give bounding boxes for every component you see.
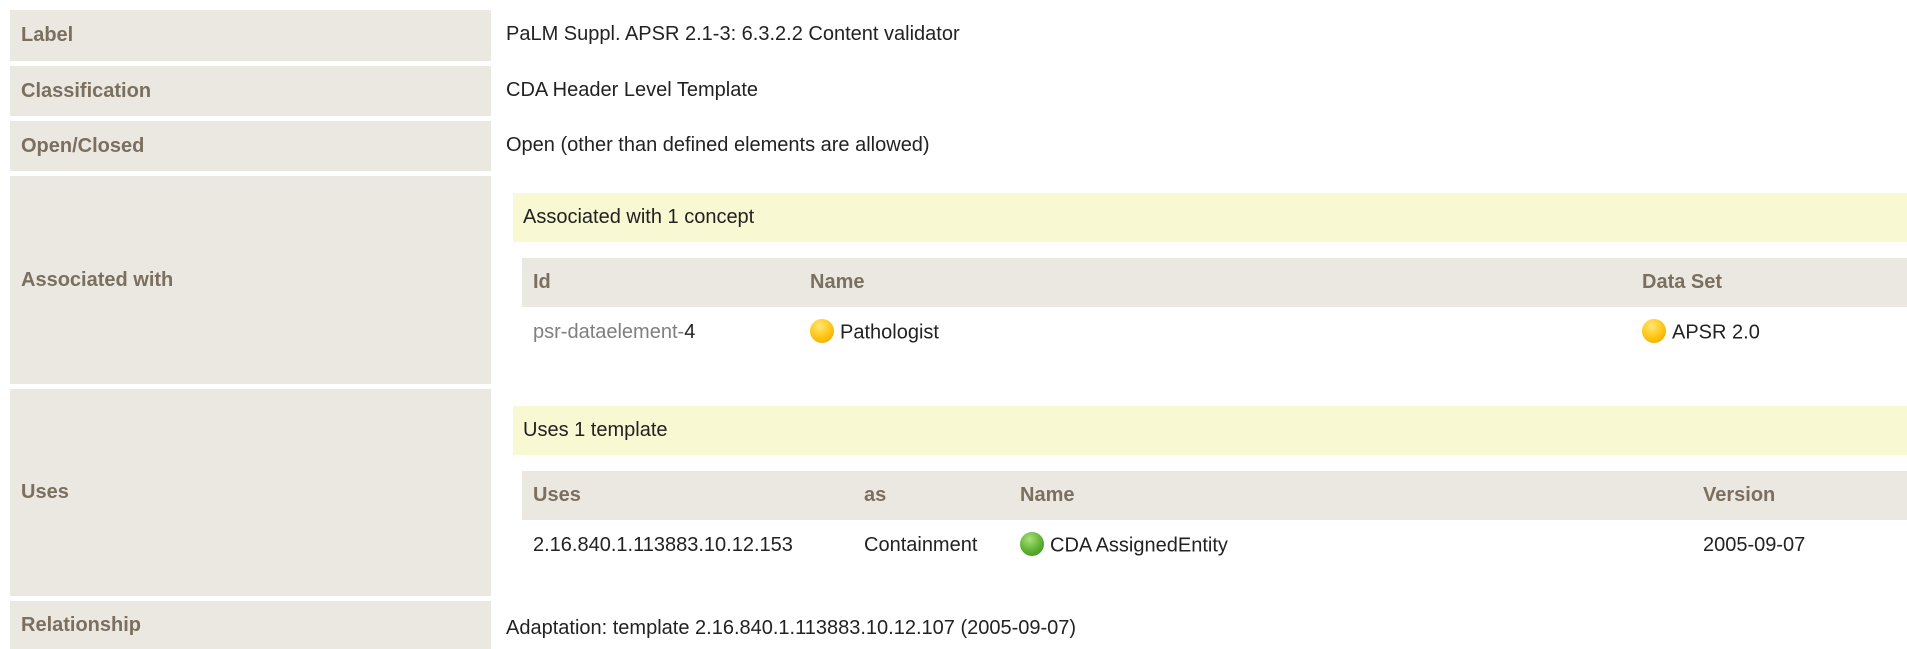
- uses-table-header: Uses as Name Version: [522, 471, 1907, 520]
- relationship-row-value: Adaptation: template 2.16.840.1.113883.1…: [506, 617, 1077, 639]
- col-header-dataset: Data Set: [1642, 271, 1723, 293]
- col-header-name: Name: [810, 271, 865, 293]
- col-header-template-name: Name: [1020, 484, 1075, 506]
- col-header-uses: Uses: [533, 484, 581, 506]
- concept-id-number: 4: [684, 321, 696, 343]
- concept-dataset-text: APSR 2.0: [1672, 321, 1760, 344]
- template-as: Containment: [864, 534, 978, 556]
- classification-row-value: CDA Header Level Template: [506, 79, 758, 101]
- template-oid[interactable]: 2.16.840.1.113883.10.12.153: [533, 534, 793, 557]
- uses-heading: Uses 1 template: [523, 419, 668, 441]
- col-header-as: as: [864, 484, 887, 506]
- yellow-circle-icon: [1642, 319, 1666, 343]
- open-closed-row-value: Open (other than defined elements are al…: [506, 134, 930, 156]
- concept-id-prefix: psr-dataelement-: [533, 321, 685, 343]
- concept-id[interactable]: psr-dataelement-4: [533, 321, 695, 344]
- concept-name[interactable]: Pathologist: [810, 319, 939, 345]
- open-closed-row-label: Open/Closed: [21, 134, 145, 157]
- relationship-row-label: Relationship: [21, 613, 142, 636]
- associated-table-header: Id Name Data Set: [522, 258, 1907, 307]
- uses-heading-band: Uses 1 template: [513, 406, 1907, 455]
- associated-heading: Associated with 1 concept: [523, 206, 755, 228]
- label-row-value: PaLM Suppl. APSR 2.1-3: 6.3.2.2 Content …: [506, 23, 960, 45]
- template-version: 2005-09-07: [1703, 534, 1806, 556]
- concept-name-text: Pathologist: [840, 321, 939, 344]
- relationship-row-header: Relationship: [10, 601, 491, 649]
- associated-row-label: Associated with: [21, 268, 174, 291]
- green-circle-icon: [1020, 532, 1044, 556]
- associated-row-header: Associated with: [10, 176, 491, 384]
- col-header-id: Id: [533, 271, 551, 293]
- open-closed-row-header: Open/Closed: [10, 121, 491, 171]
- associated-heading-band: Associated with 1 concept: [513, 193, 1907, 242]
- uses-row-label: Uses: [21, 481, 69, 503]
- classification-row-label: Classification: [21, 79, 152, 102]
- uses-row-header: Uses: [10, 389, 491, 596]
- template-name[interactable]: CDA AssignedEntity: [1020, 532, 1228, 558]
- template-name-text: CDA AssignedEntity: [1050, 534, 1228, 557]
- classification-row-header: Classification: [10, 66, 491, 116]
- label-row-header: Label: [10, 10, 491, 61]
- col-header-version: Version: [1703, 484, 1776, 506]
- concept-dataset[interactable]: APSR 2.0: [1642, 319, 1760, 345]
- label-row-label: Label: [21, 24, 74, 46]
- yellow-circle-icon: [810, 319, 834, 343]
